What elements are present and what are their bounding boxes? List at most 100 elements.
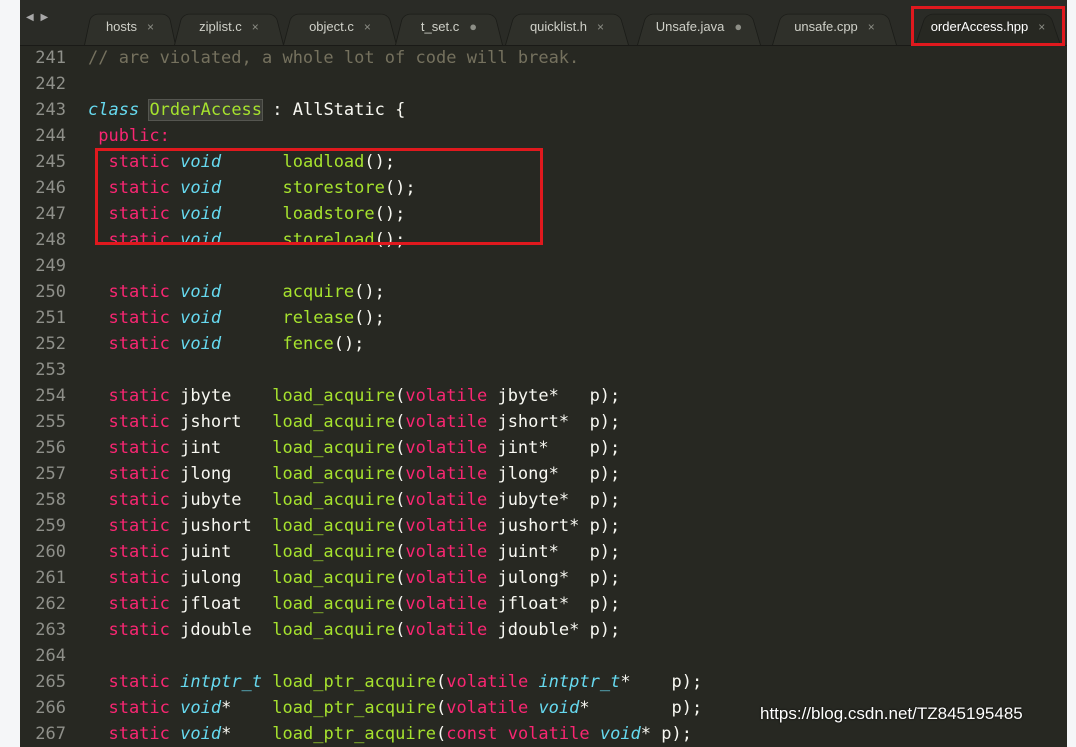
code-token: release bbox=[282, 308, 355, 328]
code-token: void bbox=[180, 230, 222, 250]
modified-dot-icon[interactable]: ● bbox=[469, 19, 477, 34]
line-text: static jushort load_acquire(volatile jus… bbox=[88, 513, 620, 539]
tab-quicklist-h[interactable]: quicklist.h × bbox=[505, 8, 629, 45]
tab-unsafe-cpp[interactable]: unsafe.cpp × bbox=[772, 8, 897, 45]
code-token: jbyte* p); bbox=[487, 386, 621, 406]
code-token: jushort bbox=[169, 516, 273, 536]
code-token: jdouble* p); bbox=[487, 620, 621, 640]
code-token: intptr_t bbox=[180, 672, 263, 692]
code-line: 263 static jdouble load_acquire(volatile… bbox=[20, 617, 1067, 643]
close-icon[interactable]: × bbox=[252, 20, 259, 34]
code-token: jubyte* p); bbox=[487, 490, 621, 510]
code-token: load_acquire bbox=[272, 490, 396, 510]
code-line: 259 static jushort load_acquire(volatile… bbox=[20, 513, 1067, 539]
code-line: 245 static void loadload(); bbox=[20, 149, 1067, 175]
line-text: static void* load_ptr_acquire(volatile v… bbox=[88, 695, 702, 721]
tab-object-c[interactable]: object.c × bbox=[283, 8, 397, 45]
code-token: jfloat* p); bbox=[487, 594, 621, 614]
code-line: 267 static void* load_ptr_acquire(const … bbox=[20, 721, 1067, 747]
code-token: static bbox=[88, 724, 170, 744]
code-token: load_acquire bbox=[272, 386, 396, 406]
line-text: static julong load_acquire(volatile julo… bbox=[88, 565, 620, 591]
code-token: julong* p); bbox=[487, 568, 621, 588]
code-token: (); bbox=[333, 334, 365, 354]
code-token: void bbox=[180, 308, 222, 328]
close-icon[interactable]: × bbox=[597, 20, 604, 34]
code-token: * bbox=[221, 698, 273, 718]
code-token: juint* p); bbox=[487, 542, 621, 562]
code-token: load_acquire bbox=[272, 438, 396, 458]
code-token: volatile bbox=[405, 542, 488, 562]
code-token: static bbox=[88, 438, 170, 458]
code-token: static bbox=[88, 282, 170, 302]
code-token: void bbox=[180, 204, 222, 224]
code-token: jfloat bbox=[169, 594, 273, 614]
code-token: jshort* p); bbox=[487, 412, 621, 432]
code-token: load_ptr_acquire bbox=[272, 698, 437, 718]
tab-orderaccess-hpp[interactable]: orderAccess.hpp × bbox=[915, 8, 1061, 45]
line-text: // are violated, a whole lot of code wil… bbox=[88, 45, 579, 71]
code-line: 253 bbox=[20, 357, 1067, 383]
code-token: public: bbox=[98, 126, 170, 146]
close-icon[interactable]: × bbox=[147, 20, 154, 34]
close-icon[interactable]: × bbox=[364, 20, 371, 34]
code-token: * p); bbox=[640, 724, 692, 744]
code-token: void bbox=[180, 178, 222, 198]
close-icon[interactable]: × bbox=[868, 20, 875, 34]
code-token: jint bbox=[169, 438, 273, 458]
code-token: jubyte bbox=[169, 490, 273, 510]
code-token: * p); bbox=[579, 698, 703, 718]
line-text: static void release(); bbox=[88, 305, 384, 331]
code-token: volatile bbox=[446, 698, 529, 718]
line-number: 259 bbox=[35, 516, 66, 536]
code-token: static bbox=[88, 490, 170, 510]
code-token: static bbox=[88, 386, 170, 406]
code-token: void bbox=[180, 724, 222, 744]
code-area[interactable]: 241 // are violated, a whole lot of code … bbox=[20, 45, 1067, 747]
code-token: volatile bbox=[405, 438, 488, 458]
line-number: 255 bbox=[35, 412, 66, 432]
code-editor: ◀ ▶ hosts × ziplist.c × object.c × t_set.c ● qui… bbox=[20, 0, 1067, 747]
code-line: 243 class OrderAccess : AllStatic { bbox=[20, 97, 1067, 123]
tab-label: ziplist.c bbox=[199, 19, 242, 34]
code-line: 260 static juint load_acquire(volatile j… bbox=[20, 539, 1067, 565]
code-token: volatile bbox=[405, 568, 488, 588]
tab-hosts[interactable]: hosts × bbox=[84, 8, 176, 45]
code-token: OrderAccess bbox=[148, 99, 264, 121]
code-token: static bbox=[88, 334, 170, 354]
line-number: 251 bbox=[35, 308, 66, 328]
code-token: juint bbox=[169, 542, 273, 562]
code-token: jlong bbox=[169, 464, 273, 484]
tab-ziplist-c[interactable]: ziplist.c × bbox=[174, 8, 284, 45]
code-token: void bbox=[180, 698, 222, 718]
line-text: static void* load_ptr_acquire(const vola… bbox=[88, 721, 692, 747]
line-text: static intptr_t load_ptr_acquire(volatil… bbox=[88, 669, 702, 695]
tab-unsafe-java[interactable]: Unsafe.java ● bbox=[637, 8, 761, 45]
modified-dot-icon[interactable]: ● bbox=[734, 19, 742, 34]
tab-nav-arrows-icon[interactable]: ◀ ▶ bbox=[26, 12, 50, 23]
code-token: (); bbox=[384, 178, 416, 198]
line-number: 243 bbox=[35, 100, 66, 120]
close-icon[interactable]: × bbox=[1038, 20, 1045, 34]
code-token: load_acquire bbox=[272, 620, 396, 640]
code-token: load_acquire bbox=[272, 516, 396, 536]
line-number: 247 bbox=[35, 204, 66, 224]
line-number: 241 bbox=[35, 48, 66, 68]
line-number: 246 bbox=[35, 178, 66, 198]
tab-t_set-c[interactable]: t_set.c ● bbox=[395, 8, 503, 45]
code-token: * p); bbox=[620, 672, 703, 692]
code-line: 254 static jbyte load_acquire(volatile j… bbox=[20, 383, 1067, 409]
code-token: load_acquire bbox=[272, 594, 396, 614]
line-text: static void loadload(); bbox=[88, 149, 395, 175]
code-token: jushort* p); bbox=[487, 516, 621, 536]
code-token: load_ptr_acquire bbox=[272, 724, 437, 744]
code-token: // are violated, a whole lot of code wil… bbox=[88, 48, 580, 68]
line-number: 266 bbox=[35, 698, 66, 718]
tab-label: quicklist.h bbox=[529, 19, 588, 34]
